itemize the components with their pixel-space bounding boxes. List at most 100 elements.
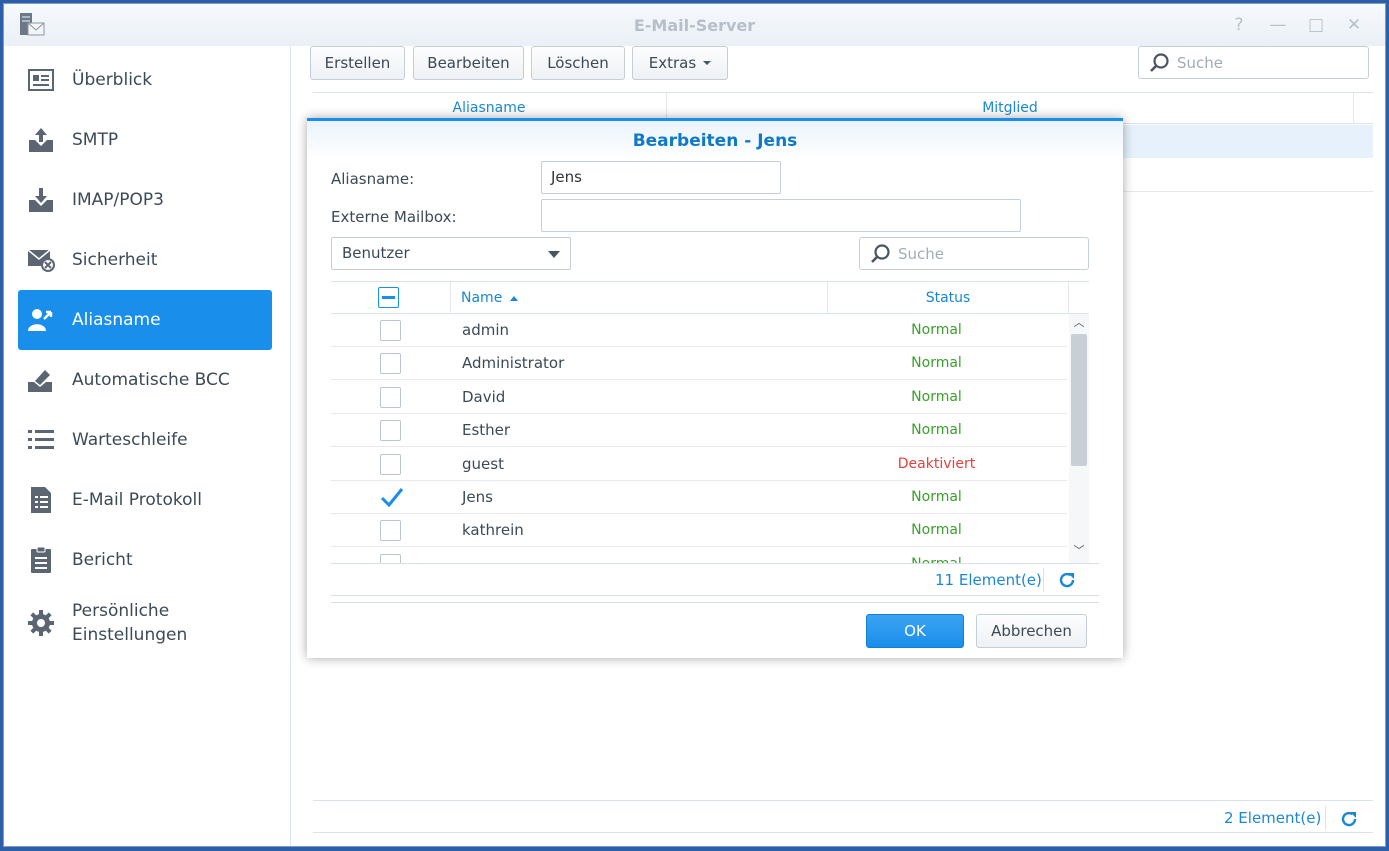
sort-ascending-icon	[509, 295, 518, 301]
sidebar-item-label: Sicherheit	[72, 250, 158, 270]
refresh-icon[interactable]	[1057, 570, 1077, 590]
ok-button[interactable]: OK	[866, 614, 964, 648]
user-status: Normal	[911, 322, 962, 338]
help-icon[interactable]: ?	[1228, 14, 1250, 36]
table-row[interactable]: guest Deaktiviert	[331, 448, 1067, 481]
table-row[interactable]: admin Normal	[331, 314, 1067, 347]
indeterminate-mark	[382, 296, 395, 299]
user-checkbox[interactable]	[380, 453, 401, 475]
search-placeholder: Suche	[1177, 53, 1224, 72]
sidebar-item-report[interactable]: Bericht	[18, 530, 272, 590]
sidebar-item-label-line1: Persönliche	[72, 601, 170, 621]
queue-list-icon	[26, 425, 56, 455]
search-input[interactable]: Suche	[1138, 46, 1369, 79]
sidebar-item-security[interactable]: Sicherheit	[18, 230, 272, 290]
edit-alias-dialog: Bearbeiten - Jens Aliasname: Jens Extern…	[307, 118, 1123, 658]
external-mailbox-input[interactable]	[541, 199, 1021, 232]
window-title: E-Mail-Server	[633, 16, 756, 35]
alias-name-input[interactable]: Jens	[541, 161, 781, 194]
select-all-checkbox[interactable]	[378, 287, 399, 308]
column-header-name[interactable]: Name	[461, 282, 518, 314]
user-name: guest	[462, 454, 504, 473]
user-status: Normal	[911, 489, 962, 505]
user-checkbox[interactable]	[380, 353, 401, 375]
user-name: kathrein	[462, 521, 524, 540]
external-mailbox-label: Externe Mailbox:	[331, 208, 457, 226]
sidebar: Überblick SMTP IMAP/POP3 Sicherheit Alia…	[4, 46, 291, 846]
extras-label: Extras	[648, 54, 697, 72]
sidebar-item-mail-log[interactable]: E-Mail Protokoll	[18, 470, 272, 530]
column-divider	[450, 282, 451, 314]
refresh-icon[interactable]	[1339, 809, 1359, 829]
title-bar: E-Mail-Server ? — □ ✕	[4, 4, 1385, 46]
edit-button[interactable]: Bearbeiten	[413, 46, 524, 80]
table-row[interactable]: kathrein Normal	[331, 514, 1067, 548]
grid-bottom-divider	[331, 563, 1099, 564]
user-type-value: Benutzer	[342, 244, 410, 262]
table-row[interactable]: Administrator Normal	[331, 347, 1067, 381]
dialog-search-input[interactable]: Suche	[859, 237, 1089, 270]
gear-icon	[26, 608, 56, 638]
checkmark-icon	[380, 488, 404, 508]
sidebar-item-label: Automatische BCC	[72, 370, 230, 390]
imap-download-icon	[26, 185, 56, 215]
security-mail-icon	[26, 245, 56, 275]
user-checkbox[interactable]	[380, 520, 401, 542]
sidebar-item-label: Aliasname	[72, 310, 161, 330]
column-divider	[1068, 282, 1069, 314]
table-row[interactable]: Normal	[331, 548, 1067, 563]
cancel-button[interactable]: Abbrechen	[976, 614, 1087, 648]
extras-button[interactable]: Extras	[632, 46, 728, 80]
user-type-select[interactable]: Benutzer	[331, 237, 571, 270]
user-name: Esther	[462, 421, 511, 440]
sidebar-item-label: Bericht	[72, 550, 133, 570]
scrollbar[interactable]: ︿ ﹀	[1069, 314, 1089, 563]
sidebar-item-label: SMTP	[72, 130, 119, 150]
user-status: Normal	[911, 422, 962, 439]
user-status: Normal	[828, 548, 1045, 563]
sidebar-item-alias[interactable]: Aliasname	[18, 290, 272, 350]
sidebar-item-personal-settings[interactable]: Persönliche Einstellungen	[18, 592, 272, 654]
delete-button[interactable]: Löschen	[531, 46, 625, 80]
alias-name-label: Aliasname:	[331, 170, 415, 188]
maximize-icon[interactable]: □	[1305, 14, 1327, 36]
close-icon[interactable]: ✕	[1343, 14, 1365, 36]
scroll-down-icon[interactable]: ﹀	[1069, 543, 1089, 559]
footer-divider	[313, 800, 1373, 801]
create-button[interactable]: Erstellen	[310, 46, 405, 80]
sidebar-item-label: Warteschleife	[72, 430, 188, 450]
chevron-down-icon	[548, 251, 560, 258]
column-header-status[interactable]: Status	[828, 282, 1068, 314]
sidebar-item-auto-bcc[interactable]: Automatische BCC	[18, 350, 272, 410]
table-row[interactable]: Jens Normal	[331, 481, 1067, 514]
smtp-upload-icon	[26, 125, 56, 155]
search-icon	[1150, 52, 1169, 72]
table-row[interactable]: Esther Normal	[331, 414, 1067, 448]
sidebar-item-smtp[interactable]: SMTP	[18, 110, 272, 170]
footer-divider	[313, 832, 1373, 833]
user-checkbox[interactable]	[380, 553, 401, 563]
search-placeholder: Suche	[898, 244, 945, 263]
dialog-footer-divider	[331, 602, 1099, 603]
sidebar-item-label: Überblick	[72, 70, 153, 90]
user-checkbox[interactable]	[380, 320, 401, 341]
scroll-up-icon[interactable]: ︿	[1069, 315, 1089, 331]
user-name: admin	[462, 321, 509, 339]
sidebar-item-label: IMAP/POP3	[72, 190, 164, 210]
user-name: David	[462, 387, 506, 406]
sidebar-item-label: E-Mail Protokoll	[72, 490, 202, 510]
scroll-thumb[interactable]	[1071, 334, 1087, 466]
bcc-icon	[26, 365, 56, 395]
sidebar-item-overview[interactable]: Überblick	[18, 50, 272, 110]
column-header-name-label: Name	[461, 290, 503, 306]
sidebar-item-queue[interactable]: Warteschleife	[18, 410, 272, 470]
user-checkbox[interactable]	[380, 420, 401, 442]
sidebar-item-imap-pop3[interactable]: IMAP/POP3	[18, 170, 272, 230]
alias-user-icon	[26, 305, 56, 335]
overview-icon	[26, 65, 56, 95]
dialog-footer-divider	[331, 595, 1099, 596]
table-row[interactable]: David Normal	[331, 381, 1067, 414]
user-checkbox[interactable]	[380, 386, 401, 408]
user-checkbox[interactable]	[380, 487, 404, 508]
minimize-icon[interactable]: —	[1267, 14, 1289, 36]
